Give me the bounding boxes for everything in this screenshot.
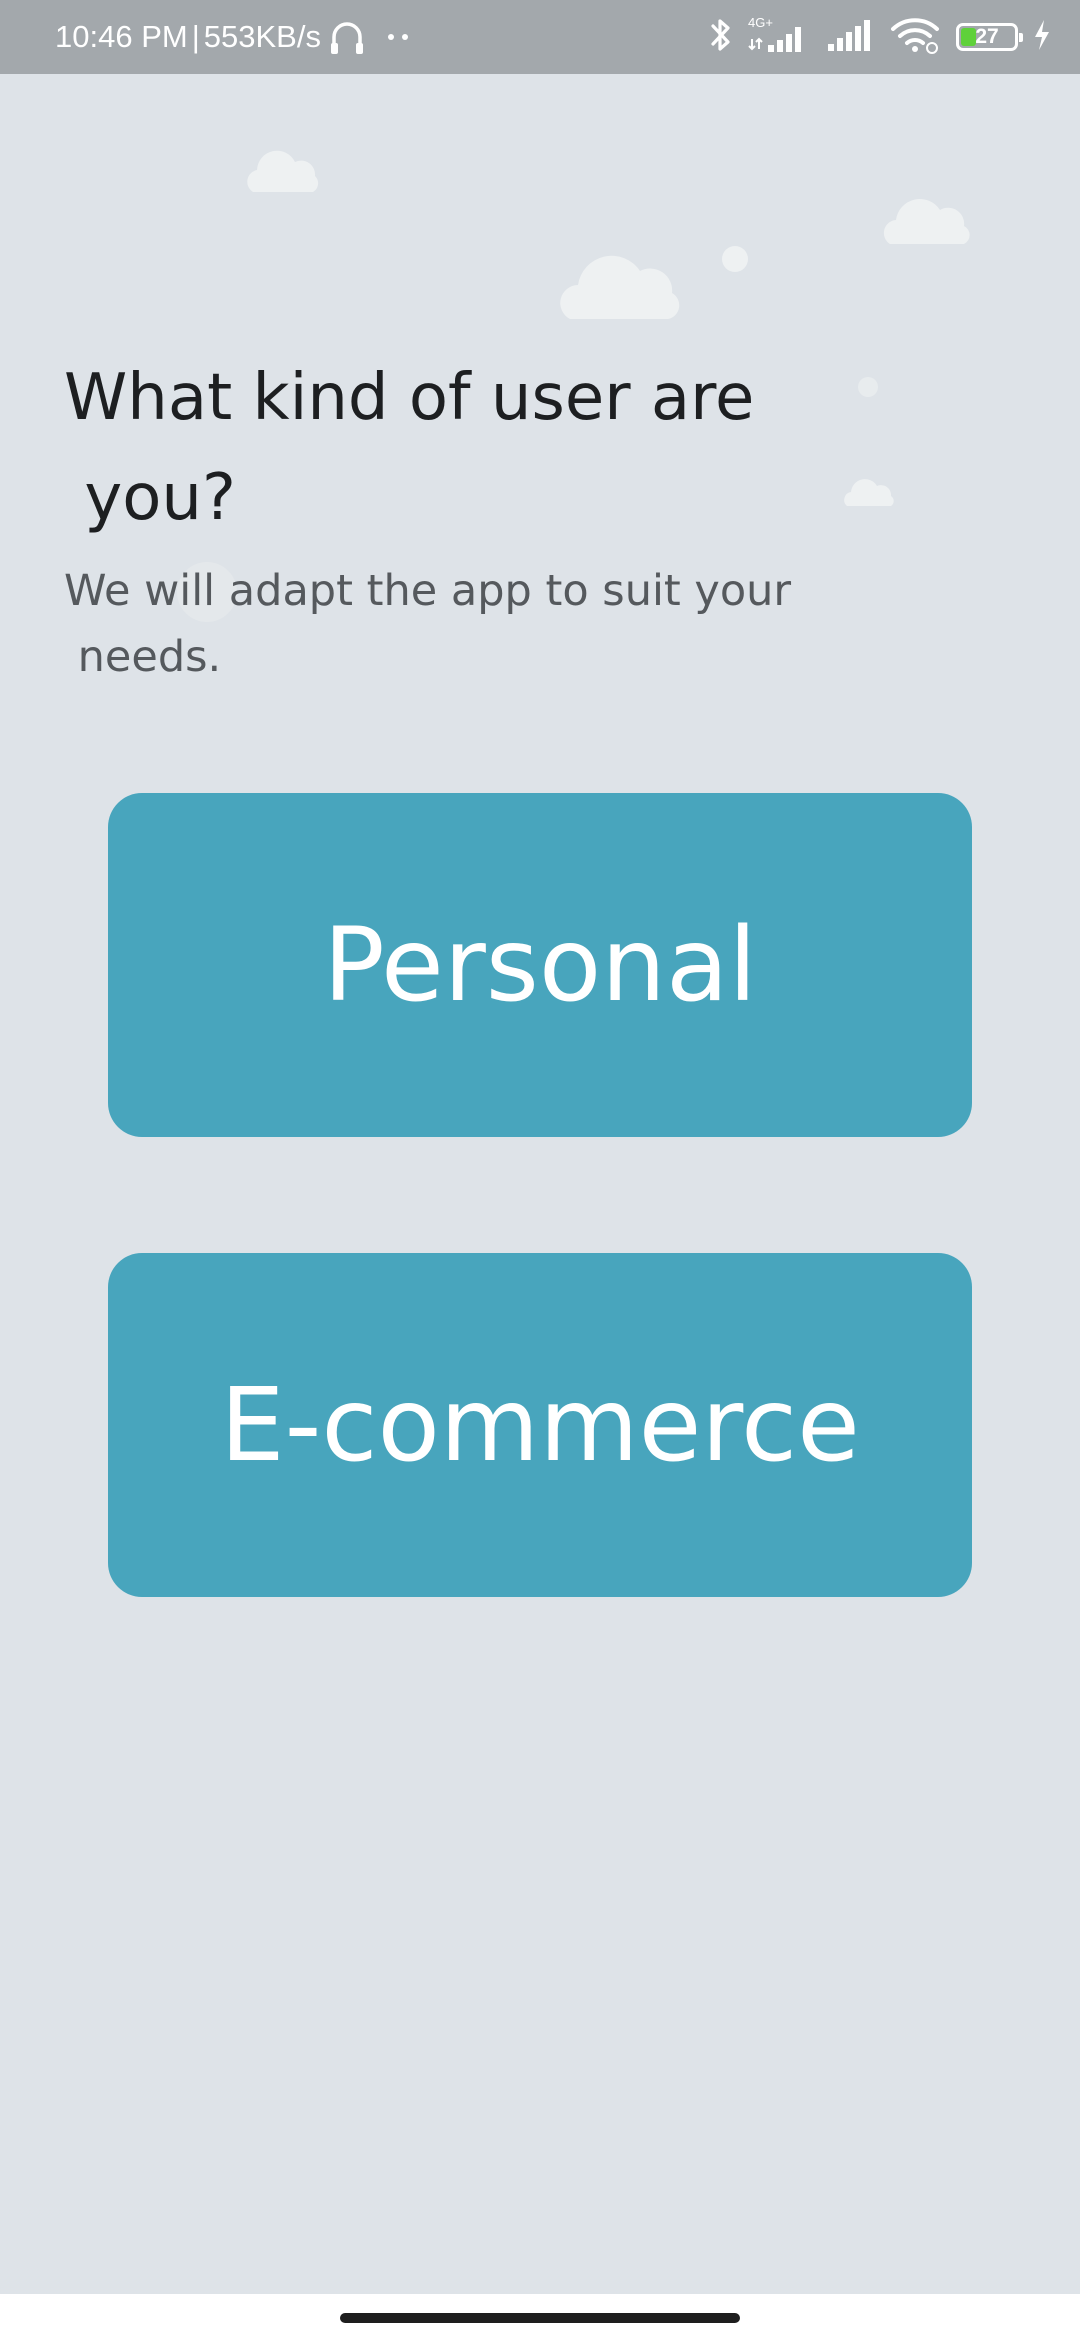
battery-nub bbox=[1019, 33, 1023, 42]
personal-button[interactable]: Personal bbox=[108, 793, 972, 1137]
status-bar: 10:46 PM | 553KB/s 4G+ 27 bbox=[0, 0, 1080, 74]
status-net-speed: 553KB/s bbox=[203, 19, 321, 54]
bluetooth-icon bbox=[708, 15, 734, 59]
ecommerce-button-label: E-commerce bbox=[220, 1365, 860, 1485]
battery-level: 27 bbox=[975, 25, 999, 48]
page-title: What kind of user are you? bbox=[64, 361, 755, 535]
page-subtitle: We will adapt the app to suit your needs… bbox=[64, 566, 792, 682]
cloud-icon bbox=[560, 255, 680, 319]
more-dots-icon bbox=[387, 32, 411, 42]
charging-icon bbox=[1032, 18, 1052, 56]
status-separator: | bbox=[191, 19, 200, 54]
headphones-icon bbox=[329, 17, 365, 57]
signal-icon bbox=[826, 17, 876, 57]
battery-icon: 27 bbox=[956, 23, 1023, 51]
signal-4g-icon: 4G+ bbox=[748, 15, 812, 59]
personal-button-label: Personal bbox=[323, 905, 757, 1025]
battery-fill bbox=[961, 28, 977, 46]
ecommerce-button[interactable]: E-commerce bbox=[108, 1253, 972, 1597]
cloud-icon bbox=[883, 198, 970, 244]
user-type-screen: 10:46 PM | 553KB/s 4G+ 27 What kind of u… bbox=[0, 0, 1080, 2340]
bubble-icon bbox=[722, 246, 748, 272]
home-indicator[interactable] bbox=[340, 2313, 740, 2323]
status-left: 10:46 PM | 553KB/s bbox=[55, 0, 411, 74]
status-right: 4G+ 27 bbox=[708, 0, 1052, 74]
status-time: 10:46 PM bbox=[55, 19, 188, 54]
cloud-icon bbox=[247, 150, 319, 192]
wifi-icon bbox=[890, 15, 942, 59]
